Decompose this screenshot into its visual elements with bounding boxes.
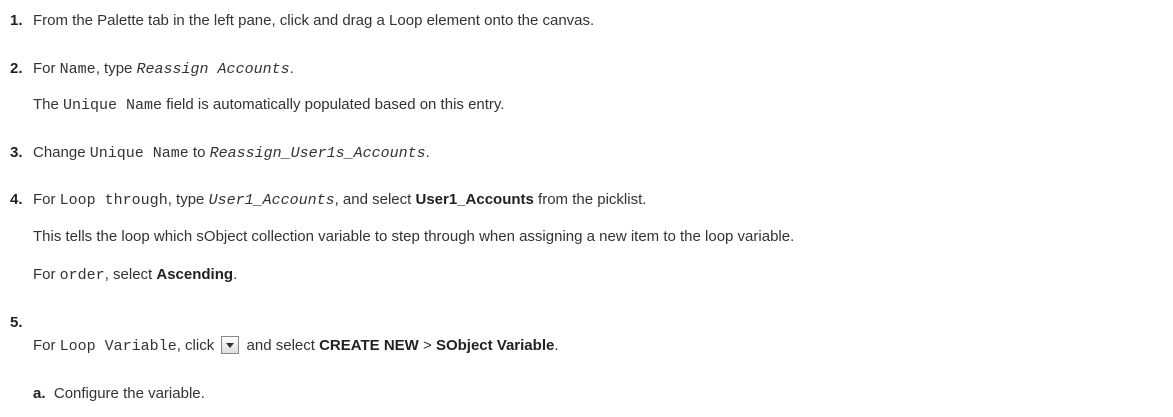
substep-letter: a. bbox=[33, 385, 46, 402]
step-number: 2. bbox=[10, 60, 23, 77]
menu-option: CREATE NEW bbox=[319, 337, 419, 354]
dropdown-arrow-icon[interactable] bbox=[221, 336, 240, 354]
step-text: For Loop through, type User1_Accounts, a… bbox=[33, 191, 647, 209]
value-entry: Reassign Accounts bbox=[136, 61, 290, 78]
menu-option: SObject Variable bbox=[435, 337, 555, 354]
step-text: For Loop Variable, click and select CREA… bbox=[33, 336, 559, 355]
value-entry: Reassign_User1s_Accounts bbox=[209, 145, 426, 162]
field-name-code: order bbox=[59, 267, 105, 284]
step-number: 1. bbox=[10, 12, 23, 29]
step-2-note: The Unique Name field is automatically p… bbox=[33, 96, 505, 114]
step-text: From the Palette tab in the left pane, c… bbox=[33, 12, 595, 29]
step-text: For Name, type Reassign Accounts. bbox=[33, 60, 294, 78]
field-name-code: Unique Name bbox=[63, 97, 163, 114]
step-4-note: This tells the loop which sObject collec… bbox=[33, 228, 795, 245]
substep-text: Configure the variable. bbox=[53, 385, 205, 402]
field-name-code: Name bbox=[59, 61, 96, 78]
step-4-order: For order, select Ascending. bbox=[33, 266, 238, 284]
field-name-code: Loop through bbox=[59, 192, 168, 209]
field-name-code: Unique Name bbox=[89, 145, 189, 162]
step-number: 5. bbox=[10, 314, 23, 331]
step-number: 3. bbox=[10, 144, 23, 161]
step-text: Change Unique Name to Reassign_User1s_Ac… bbox=[33, 144, 430, 162]
step-5: 5. For Loop Variable, click and select C… bbox=[10, 313, 1110, 365]
field-name-code: Loop Variable bbox=[59, 338, 177, 355]
order-option: Ascending bbox=[156, 266, 234, 283]
substep-a: a. Configure the variable. bbox=[33, 384, 205, 404]
value-entry: User1_Accounts bbox=[208, 192, 335, 209]
picklist-option: User1_Accounts bbox=[415, 191, 534, 208]
step-number: 4. bbox=[10, 191, 23, 208]
